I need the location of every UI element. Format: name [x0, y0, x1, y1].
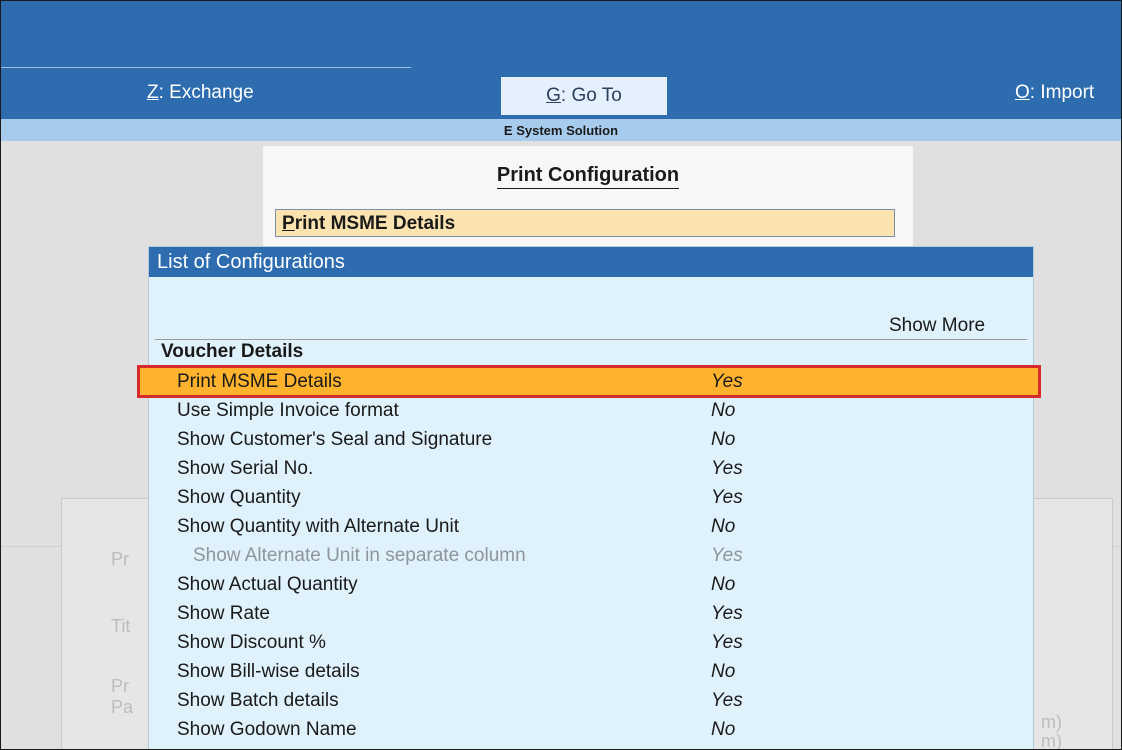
config-row-show-actual-quantity[interactable]: Show Actual Quantity No	[149, 570, 1033, 599]
config-value: No	[711, 400, 736, 421]
config-value: Yes	[711, 632, 743, 653]
config-label: Show Alternate Unit in separate column	[193, 545, 526, 566]
config-label: Print MSME Details	[177, 371, 342, 392]
goto-menu-label: Go To	[571, 85, 622, 106]
import-shortcut-key: O	[1015, 82, 1030, 103]
background-text-m1: m)	[1041, 712, 1062, 732]
config-label: Show Godown Name	[177, 719, 357, 740]
config-value: No	[711, 574, 736, 595]
print-msme-shortcut-key: P	[282, 213, 295, 234]
section-title-voucher-details: Voucher Details	[161, 341, 304, 362]
config-row-use-simple-invoice-format[interactable]: Use Simple Invoice format No	[149, 396, 1033, 425]
config-label: Show Bill-wise details	[177, 661, 360, 682]
background-text-pr: Pr	[111, 549, 129, 569]
config-row-show-customer-seal-signature[interactable]: Show Customer's Seal and Signature No	[149, 425, 1033, 454]
config-value: Yes	[711, 690, 743, 711]
config-value: No	[711, 719, 736, 740]
print-configuration-title: Print Configuration	[263, 164, 913, 189]
config-label: Show Quantity with Alternate Unit	[177, 516, 459, 537]
background-text-tit: Tit	[111, 616, 131, 636]
config-value: Yes	[711, 603, 743, 624]
config-row-show-quantity-alternate-unit[interactable]: Show Quantity with Alternate Unit No	[149, 512, 1033, 541]
config-value: Yes	[711, 487, 743, 508]
background-text-m2: m)	[1041, 731, 1062, 750]
config-value: No	[711, 429, 736, 450]
config-label: Show Quantity	[177, 487, 301, 508]
company-name-bar: E System Solution	[1, 119, 1121, 141]
import-menu-label: Import	[1040, 82, 1095, 103]
config-row-print-msme-details[interactable]: Print MSME Details Yes	[137, 365, 1041, 398]
config-row-show-alternate-unit-separate-column[interactable]: Show Alternate Unit in separate column Ye…	[149, 541, 1033, 570]
menu-divider	[1, 67, 411, 68]
application-window: Z: Exchange G: Go To O: Import E System …	[0, 0, 1122, 750]
config-row-show-bill-wise-details[interactable]: Show Bill-wise details No	[149, 657, 1033, 686]
config-label: Show Rate	[177, 603, 270, 624]
config-value: No	[711, 661, 736, 682]
list-of-configurations-popup: List of Configurations Show More Voucher…	[137, 246, 1041, 749]
top-menu-bar: Z: Exchange G: Go To O: Import	[1, 1, 1121, 119]
exchange-shortcut-key: Z	[147, 82, 159, 103]
background-text-pr2: Pr	[111, 676, 129, 696]
exchange-menu-label: Exchange	[169, 82, 254, 103]
config-label: Use Simple Invoice format	[177, 400, 399, 421]
config-label: Show Discount %	[177, 632, 326, 653]
config-label: Show Actual Quantity	[177, 574, 358, 595]
goto-menu-button[interactable]: G: Go To	[501, 77, 667, 115]
config-row-show-batch-details[interactable]: Show Batch details Yes	[149, 686, 1033, 715]
configuration-list: Print MSME Details Yes Use Simple Invoice…	[137, 365, 1041, 744]
config-row-show-godown-name[interactable]: Show Godown Name No	[149, 715, 1033, 744]
config-value: Yes	[711, 545, 743, 566]
config-label: Show Serial No.	[177, 458, 314, 479]
print-configuration-title-text: Print Configuration	[496, 164, 680, 189]
config-value: Yes	[711, 458, 743, 479]
list-separator	[155, 339, 1027, 340]
config-row-show-rate[interactable]: Show Rate Yes	[149, 599, 1033, 628]
print-msme-details-field[interactable]: Print MSME Details	[275, 209, 895, 237]
config-row-show-serial-no[interactable]: Show Serial No. Yes	[149, 454, 1033, 483]
print-configuration-panel: Print Configuration Print MSME Details	[263, 146, 913, 256]
import-menu-button[interactable]: O: Import	[1015, 81, 1094, 105]
config-row-show-discount[interactable]: Show Discount % Yes	[149, 628, 1033, 657]
print-msme-field-text: rint MSME Details	[294, 213, 456, 234]
goto-shortcut-key: G	[546, 85, 561, 106]
config-value: Yes	[711, 371, 743, 392]
config-value: No	[711, 516, 736, 537]
show-more-button[interactable]: Show More	[889, 315, 985, 337]
background-text-pa: Pa	[111, 697, 134, 717]
list-title: List of Configurations	[149, 247, 1033, 277]
exchange-menu-button[interactable]: Z: Exchange	[147, 81, 254, 105]
config-label: Show Customer's Seal and Signature	[177, 429, 493, 450]
config-label: Show Batch details	[177, 690, 339, 711]
config-row-show-quantity[interactable]: Show Quantity Yes	[149, 483, 1033, 512]
